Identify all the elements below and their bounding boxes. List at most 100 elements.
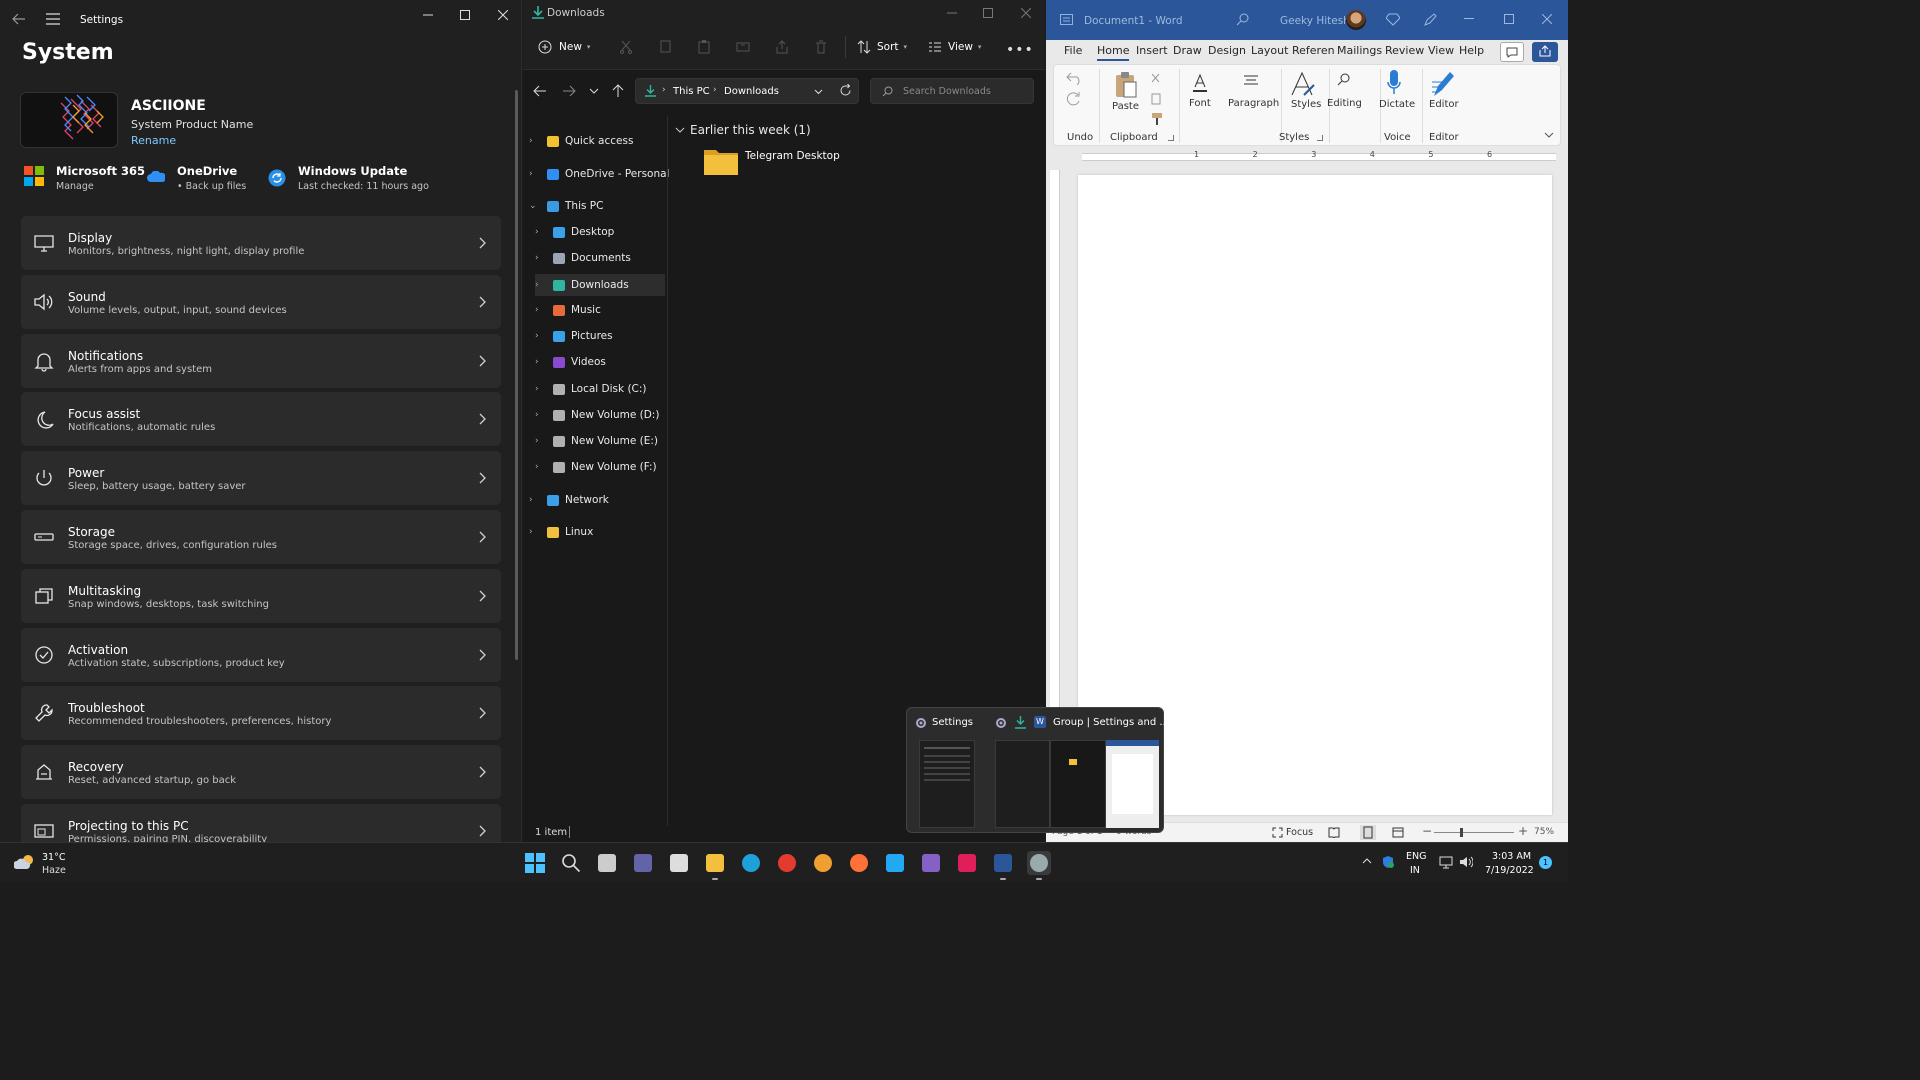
chrome-canary-icon[interactable] (811, 851, 835, 875)
view-button[interactable]: View ▾ (928, 40, 981, 54)
chevron-right-icon[interactable]: › (535, 462, 549, 472)
vscode-icon[interactable] (883, 851, 907, 875)
nav-item-new-volume-f[interactable]: › New Volume (F:) (535, 461, 657, 473)
group-header[interactable]: Earlier this week (1) (675, 123, 811, 137)
maximize-button[interactable] (1504, 14, 1514, 24)
hamburger-menu-icon[interactable] (46, 13, 60, 25)
chevron-right-icon[interactable]: › (535, 253, 549, 263)
close-button[interactable] (1542, 14, 1552, 24)
chevron-right-icon[interactable]: › (535, 436, 549, 446)
maximize-button[interactable] (969, 2, 1007, 24)
security-icon[interactable] (1381, 855, 1395, 869)
zoom-level[interactable]: 75% (1534, 827, 1554, 837)
back-arrow-icon[interactable] (533, 84, 547, 98)
scrollbar[interactable] (515, 90, 518, 660)
maximize-button[interactable] (446, 4, 484, 26)
editing-label[interactable]: Editing (1327, 98, 1362, 109)
tab-mailings[interactable]: Mailings (1337, 44, 1382, 57)
microsoft-365-title[interactable]: Microsoft 365 (56, 164, 145, 178)
styles-label[interactable]: Styles (1291, 99, 1321, 110)
more-options-icon[interactable]: ••• (1006, 42, 1034, 58)
task-view-button[interactable] (595, 851, 619, 875)
windows-update-title[interactable]: Windows Update (298, 164, 407, 178)
file-name[interactable]: Telegram Desktop (745, 150, 840, 162)
rename-link[interactable]: Rename (131, 134, 176, 147)
paragraph-label[interactable]: Paragraph (1228, 98, 1279, 109)
editor-icon[interactable] (1432, 70, 1456, 98)
web-layout-icon[interactable] (1392, 827, 1404, 838)
nav-item-this-pc[interactable]: ⌄ This PC (529, 200, 603, 212)
copy-icon[interactable] (1150, 93, 1162, 105)
nav-item-music[interactable]: › Music (535, 304, 601, 316)
breadcrumb-this-pc[interactable]: This PC (673, 86, 710, 97)
cut-icon[interactable] (1150, 73, 1162, 85)
minimize-button[interactable] (1464, 18, 1474, 19)
tab-layout[interactable]: Layout (1251, 44, 1288, 57)
share-icon[interactable] (775, 40, 789, 54)
search-box[interactable]: Search Downloads (870, 78, 1034, 104)
preview-title-settings[interactable]: Settings (932, 717, 973, 728)
volume-icon[interactable] (1459, 855, 1473, 869)
nav-item-pictures[interactable]: › Pictures (535, 330, 613, 342)
chevron-right-icon[interactable]: › (535, 305, 549, 315)
settings-item-focus-assist[interactable]: Focus assist Notifications, automatic rul… (21, 392, 501, 447)
styles-icon[interactable] (1290, 71, 1316, 97)
settings-item-recovery[interactable]: Recovery Reset, advanced startup, go back (21, 745, 501, 800)
nav-item-videos[interactable]: › Videos (535, 356, 606, 368)
breadcrumb-downloads[interactable]: Downloads (724, 86, 779, 97)
delete-icon[interactable] (814, 40, 828, 54)
settings-item-power[interactable]: Power Sleep, battery usage, battery saver (21, 451, 501, 506)
onedrive-title[interactable]: OneDrive (177, 164, 237, 178)
chevron-down-icon[interactable]: ⌄ (529, 201, 543, 211)
edge-icon[interactable] (739, 851, 763, 875)
settings-item-projecting-to-this-pc[interactable]: Projecting to this PC Permissions, pairin… (21, 804, 501, 842)
chevron-down-icon[interactable] (1544, 131, 1554, 139)
cut-icon[interactable] (619, 40, 633, 54)
teams-icon[interactable] (631, 851, 655, 875)
settings-item-multitasking[interactable]: Multitasking Snap windows, desktops, task… (21, 568, 501, 623)
settings-item-troubleshoot[interactable]: Troubleshoot Recommended troubleshooters,… (21, 686, 501, 741)
notification-badge[interactable]: 1 (1539, 856, 1552, 869)
recent-chevron-icon[interactable] (589, 86, 599, 96)
nav-item-local-disk-c[interactable]: › Local Disk (C:) (535, 383, 647, 395)
settings-item-display[interactable]: Display Monitors, brightness, night light… (21, 216, 501, 270)
tab-file[interactable]: File (1064, 44, 1082, 57)
refresh-icon[interactable] (839, 84, 852, 97)
zoom-in-button[interactable]: + (1518, 824, 1528, 838)
word-app-icon[interactable] (1060, 14, 1073, 25)
weather-desc[interactable]: Haze (42, 865, 66, 876)
settings-thumbnail[interactable] (919, 740, 975, 828)
nav-item-quick-access[interactable]: › Quick access (529, 135, 633, 147)
tab-referen[interactable]: Referen (1292, 44, 1335, 57)
settings-item-sound[interactable]: Sound Volume levels, output, input, sound… (21, 274, 501, 329)
format-painter-icon[interactable] (1150, 112, 1164, 126)
chevron-down-icon[interactable] (814, 87, 823, 96)
visual-studio-icon[interactable] (919, 851, 943, 875)
minimize-button[interactable] (933, 2, 971, 24)
clock-time[interactable]: 3:03 AM (1492, 851, 1531, 862)
weather-icon[interactable] (14, 853, 36, 871)
chevron-right-icon[interactable]: › (535, 280, 549, 290)
close-button[interactable] (1007, 2, 1045, 24)
chevron-right-icon[interactable]: › (529, 495, 543, 505)
minimize-button[interactable] (409, 4, 447, 26)
microphone-icon[interactable] (1387, 69, 1401, 97)
paragraph-icon[interactable] (1243, 73, 1259, 89)
store-icon[interactable] (667, 851, 691, 875)
region-indicator[interactable]: IN (1410, 865, 1420, 876)
settings-item-storage[interactable]: Storage Storage space, drives, configurat… (21, 510, 501, 564)
share-button[interactable] (1532, 42, 1558, 62)
pen-icon[interactable] (1424, 13, 1437, 26)
chevron-right-icon[interactable]: › (535, 384, 549, 394)
settings-item-activation[interactable]: Activation Activation state, subscription… (21, 627, 501, 682)
up-arrow-icon[interactable] (612, 84, 624, 98)
focus-button[interactable]: Focus (1272, 827, 1313, 838)
folder-icon[interactable] (703, 145, 739, 177)
horizontal-ruler[interactable]: 1 2 3 4 5 6 (1050, 150, 1564, 164)
copy-icon[interactable] (658, 40, 672, 54)
address-bar[interactable]: › This PC › Downloads (635, 78, 859, 104)
dialog-launcher-icon[interactable] (1168, 135, 1174, 141)
back-arrow-icon[interactable] (12, 12, 26, 26)
search-icon[interactable] (1236, 13, 1249, 26)
chevron-right-icon[interactable]: › (535, 331, 549, 341)
